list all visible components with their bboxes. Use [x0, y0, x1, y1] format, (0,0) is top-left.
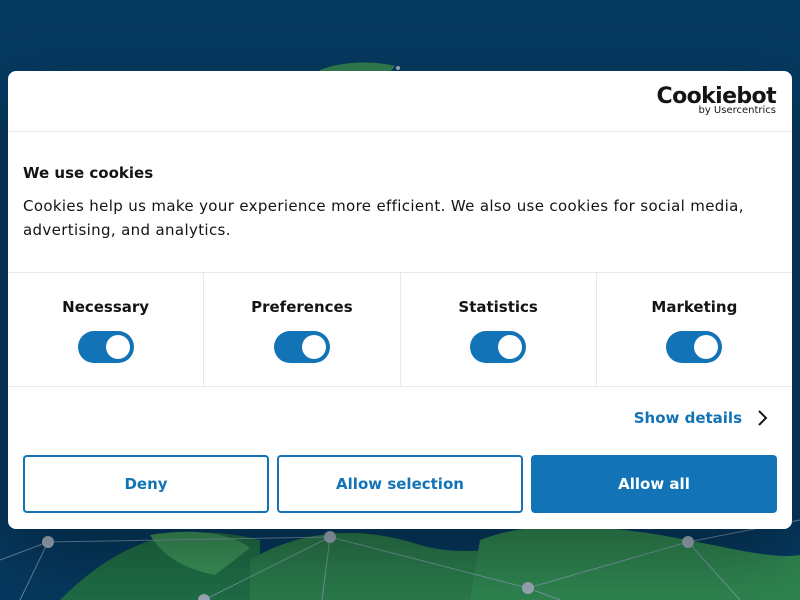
toggle-knob	[105, 335, 130, 359]
dialog-description: Cookies help us make your experience mor…	[23, 197, 744, 239]
consent-categories: Necessary Preferences Statistics Marketi…	[8, 272, 792, 387]
logo-tagline: by Usercentrics	[698, 105, 776, 116]
preferences-toggle[interactable]	[273, 331, 330, 363]
statistics-toggle[interactable]	[470, 331, 527, 363]
toggle-knob	[694, 335, 719, 359]
dialog-title: We use cookies	[23, 164, 154, 182]
chevron-right-icon	[758, 410, 768, 426]
category-label: Necessary	[62, 298, 150, 316]
category-label: Marketing	[651, 298, 738, 316]
category-preferences: Preferences	[204, 273, 401, 386]
cookie-consent-dialog: Cookiebot by Usercentrics We use cookies…	[8, 71, 792, 529]
category-necessary: Necessary	[8, 273, 205, 386]
necessary-toggle[interactable]	[77, 331, 134, 363]
cookiebot-logo[interactable]: Cookiebot by Usercentrics	[657, 85, 777, 117]
category-label: Statistics	[458, 298, 538, 316]
deny-button[interactable]: Deny	[23, 455, 269, 513]
toggle-knob	[301, 335, 326, 359]
marketing-toggle[interactable]	[666, 331, 723, 363]
toggle-knob	[498, 335, 523, 359]
allow-all-button[interactable]: Allow all	[531, 455, 777, 513]
allow-selection-button[interactable]: Allow selection	[277, 455, 523, 513]
category-statistics: Statistics	[401, 273, 597, 386]
dialog-header: Cookiebot by Usercentrics	[8, 71, 792, 132]
show-details-link[interactable]: Show details	[634, 409, 768, 427]
show-details-label: Show details	[633, 409, 742, 427]
category-marketing: Marketing	[597, 273, 792, 386]
category-label: Preferences	[251, 298, 353, 316]
